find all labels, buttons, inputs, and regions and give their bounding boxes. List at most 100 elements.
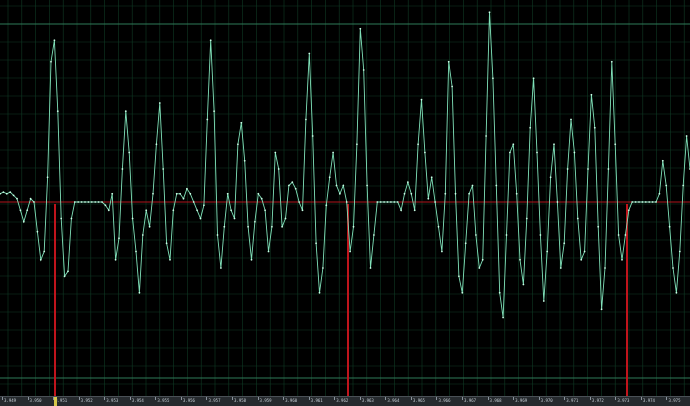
sample-point	[559, 267, 562, 269]
sample-point	[237, 143, 239, 146]
sample-point	[604, 267, 606, 269]
sample-point	[192, 201, 195, 203]
ruler-tick	[334, 397, 336, 400]
sample-point	[475, 234, 477, 236]
ruler-tick	[206, 397, 208, 400]
sample-point	[362, 69, 365, 71]
sample-point	[203, 204, 205, 207]
sample-point	[661, 159, 664, 162]
sample-point	[141, 234, 144, 236]
sample-point	[124, 110, 127, 113]
sample-point	[529, 126, 532, 129]
sample-point	[107, 209, 110, 212]
sample-point	[186, 187, 188, 190]
sample-point	[267, 250, 270, 253]
sample-point	[454, 192, 457, 195]
sample-point	[165, 242, 168, 245]
sample-point	[427, 197, 430, 200]
ruler-tick	[615, 397, 617, 400]
ruler-tick	[27, 397, 29, 400]
sample-point	[651, 201, 654, 203]
sample-point	[369, 267, 372, 269]
sample-point	[407, 181, 409, 184]
waveform-canvas[interactable]	[0, 0, 690, 396]
sample-point	[563, 242, 566, 245]
ruler-label: 3.974	[642, 398, 655, 403]
ruler-tick	[155, 397, 157, 400]
sample-point	[19, 209, 22, 212]
sample-point	[587, 168, 589, 170]
sample-point	[196, 209, 199, 212]
sample-point	[352, 225, 355, 228]
sample-point	[345, 201, 348, 203]
sample-point	[685, 135, 688, 137]
ruler-tick	[462, 397, 463, 400]
ruler-label: 3.954	[131, 398, 144, 403]
ruler-tick	[589, 397, 591, 400]
sample-point	[281, 225, 283, 228]
sample-point	[182, 197, 185, 200]
sample-point	[665, 184, 668, 187]
sample-point	[223, 225, 226, 228]
sample-point	[332, 151, 334, 154]
sample-point	[189, 192, 192, 195]
time-ruler[interactable]: 3.949 3.950 3.951 3.952 3.953 3.954 3.955 3.956…	[0, 396, 690, 406]
sample-point	[655, 201, 657, 203]
sample-point	[162, 168, 165, 170]
ruler-tick	[359, 397, 361, 400]
playhead-marker[interactable]	[54, 397, 57, 406]
sample-point	[413, 209, 416, 212]
sample-point	[121, 168, 124, 170]
sample-point	[322, 267, 324, 269]
ruler-label: 3.957	[208, 398, 221, 403]
sample-point	[590, 93, 593, 96]
sample-point	[522, 283, 525, 286]
sample-point	[175, 192, 178, 195]
ruler-label: 3.964	[387, 398, 400, 403]
ruler-label: 3.959	[259, 398, 272, 403]
sample-point	[566, 168, 569, 170]
sample-point	[390, 201, 392, 203]
ruler-label: 3.961	[310, 398, 323, 403]
sample-point	[576, 217, 579, 220]
sample-point	[505, 234, 508, 236]
sample-point	[2, 191, 5, 194]
sample-point	[315, 242, 317, 245]
ruler-tick	[513, 397, 515, 400]
sample-point	[617, 234, 620, 236]
ruler-tick	[436, 397, 438, 400]
sample-point	[53, 39, 56, 42]
sample-point	[172, 209, 175, 212]
sample-point	[536, 151, 538, 154]
sample-point	[271, 225, 273, 228]
sample-point	[349, 250, 351, 253]
sample-point	[658, 192, 661, 195]
sample-point	[9, 191, 12, 194]
sample-point	[209, 39, 212, 42]
sample-point	[366, 184, 368, 187]
sample-point	[403, 192, 406, 195]
waveform-line[interactable]	[0, 12, 690, 318]
sample-point	[485, 135, 487, 137]
sample-point	[226, 192, 229, 195]
sample-point	[356, 143, 358, 146]
sample-point	[597, 225, 600, 228]
sample-point	[26, 209, 29, 212]
sample-point	[257, 192, 260, 195]
ruler-label: 3.973	[617, 398, 630, 403]
sample-point	[138, 291, 141, 294]
ruler-label: 3.963	[361, 398, 374, 403]
sample-point	[43, 250, 46, 253]
sample-point	[580, 258, 583, 261]
sample-point	[199, 217, 202, 220]
sample-point	[46, 176, 49, 179]
ruler-tick	[283, 397, 285, 400]
sample-point	[135, 250, 137, 253]
sample-point	[464, 242, 467, 245]
sample-point	[301, 209, 304, 212]
sample-point	[444, 192, 447, 195]
sample-point	[631, 201, 634, 203]
waveform-view[interactable]	[0, 0, 690, 406]
sample-point	[50, 60, 52, 63]
sample-point	[264, 209, 266, 212]
